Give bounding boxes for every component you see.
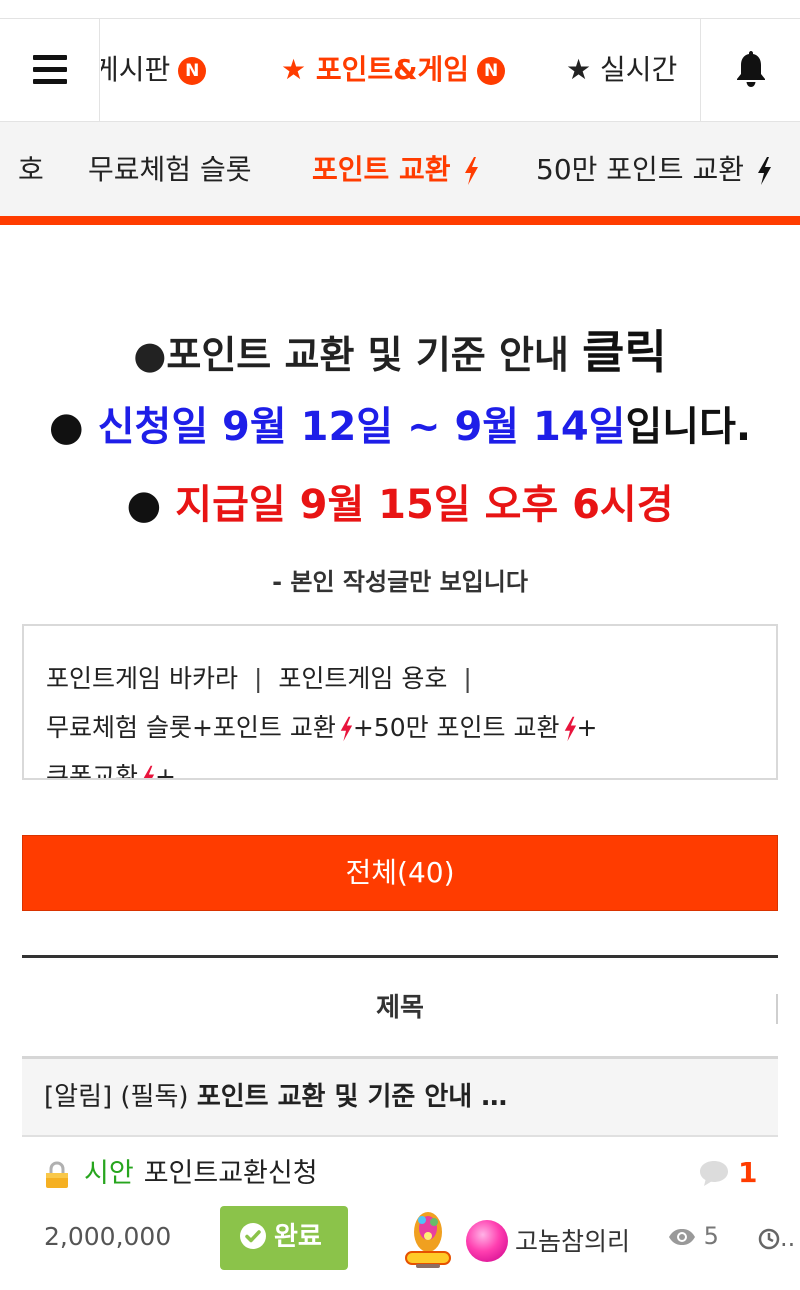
view-count: 5 bbox=[668, 1222, 719, 1250]
subnav-item-500k-exchange[interactable]: 50만 포인트 교환 bbox=[536, 152, 772, 188]
subnav-item-free-slot[interactable]: 무료체험 슬롯 bbox=[88, 152, 251, 188]
author-name[interactable]: 고놈참의리 bbox=[515, 1222, 630, 1258]
post-meta: 2,000,000 완료 고놈참의리 5 .. bbox=[0, 1204, 800, 1274]
bullet: ● bbox=[48, 404, 98, 450]
comment-count-value: 1 bbox=[738, 1156, 758, 1189]
subnav-label: 무료체험 슬롯 bbox=[88, 153, 252, 186]
notice-tag: [알림] bbox=[44, 1082, 113, 1112]
link-dragon-tiger[interactable]: 포인트게임 용호 bbox=[278, 664, 447, 693]
bell-icon bbox=[737, 51, 765, 87]
link-row-2: 무료체험 슬롯+포인트 교환 +50만 포인트 교환 + bbox=[46, 703, 754, 752]
tab-board-label: 게시판 bbox=[101, 53, 171, 86]
notice-guide-link[interactable]: ●포인트 교환 및 기준 안내 클릭 bbox=[0, 316, 800, 382]
tab-point-game-label: ★ 포인트&게임 bbox=[281, 53, 470, 86]
status-label: 완료 bbox=[274, 1222, 322, 1252]
clock-icon bbox=[758, 1228, 780, 1250]
post-title-link[interactable]: 시안 포인트교환신청 bbox=[44, 1156, 318, 1192]
lightning-icon bbox=[757, 157, 771, 185]
subnav-underline bbox=[0, 216, 800, 225]
status-badge: 완료 bbox=[220, 1206, 348, 1270]
eye-icon bbox=[669, 1229, 695, 1245]
post-points: 2,000,000 bbox=[44, 1222, 172, 1251]
table-header: 제목 bbox=[22, 955, 778, 1059]
view-count-value: 5 bbox=[703, 1222, 719, 1250]
notice-post-row[interactable]: [알림] (필독) 포인트 교환 및 기준 안내 … bbox=[22, 1059, 778, 1137]
category-link-box: 포인트게임 바카라 | 포인트게임 용호 | 무료체험 슬롯+포인트 교환 +50만 포… bbox=[22, 624, 778, 780]
lightning-icon bbox=[340, 716, 352, 742]
speech-bubble-icon bbox=[700, 1160, 728, 1186]
notice-click-label[interactable]: 클릭 bbox=[582, 325, 667, 379]
notice-own-posts: - 본인 작성글만 보입니다 bbox=[272, 568, 528, 596]
tab-board[interactable]: 게시판 N bbox=[101, 53, 207, 87]
all-posts-button[interactable]: 전체(40) bbox=[22, 835, 778, 911]
level-badge-icon bbox=[405, 1212, 451, 1268]
pay-date: 지급일 9월 15일 오후 6시경 bbox=[175, 482, 674, 528]
comment-count: 1 bbox=[698, 1156, 757, 1192]
check-circle-icon bbox=[240, 1222, 266, 1249]
lock-icon bbox=[46, 1160, 68, 1188]
notice-prefix: (필독) bbox=[112, 1082, 197, 1112]
lightning-icon bbox=[143, 765, 155, 778]
new-badge: N bbox=[178, 57, 207, 85]
link-coupon-exchange[interactable]: 쿠폰교환 bbox=[46, 762, 138, 778]
post-category: 시안 bbox=[84, 1158, 134, 1189]
apply-dates: 신청일 9월 12일 ~ 9월 14일 bbox=[97, 404, 626, 450]
separator: | bbox=[463, 664, 472, 693]
link-baccarat[interactable]: 포인트게임 바카라 bbox=[46, 664, 238, 693]
link-row-1: 포인트게임 바카라 | 포인트게임 용호 | bbox=[46, 654, 754, 703]
post-time: .. bbox=[758, 1224, 795, 1252]
notification-button[interactable] bbox=[700, 19, 800, 121]
column-divider bbox=[776, 994, 778, 1024]
menu-icon[interactable] bbox=[0, 19, 100, 121]
apply-dates-tail: 입니다. bbox=[625, 404, 752, 450]
subnav-label: 호 bbox=[18, 153, 44, 186]
new-badge: N bbox=[477, 57, 506, 85]
bullet: ● bbox=[126, 482, 176, 528]
subnav-item-partial[interactable]: 호 bbox=[18, 152, 44, 188]
notice-apply-dates: ● 신청일 9월 12일 ~ 9월 14일입니다. bbox=[0, 394, 800, 452]
subnav-label: 포인트 교환 bbox=[312, 153, 451, 186]
subnav-label: 50만 포인트 교환 bbox=[536, 153, 744, 186]
tab-live[interactable]: ★ 실시간 bbox=[566, 53, 677, 87]
notice-pay-date: ● 지급일 9월 15일 오후 6시경 bbox=[0, 472, 800, 530]
link-row-3: 쿠폰교환 + bbox=[46, 752, 754, 780]
lightning-icon bbox=[564, 716, 576, 742]
plus-sign: + bbox=[576, 713, 598, 742]
subnav-item-point-exchange[interactable]: 포인트 교환 bbox=[312, 152, 479, 188]
tab-point-game[interactable]: ★ 포인트&게임 N bbox=[281, 53, 506, 87]
sub-nav: 호 무료체험 슬롯 포인트 교환 50만 포인트 교환 bbox=[0, 122, 800, 218]
avatar[interactable] bbox=[466, 1220, 508, 1262]
separator: | bbox=[253, 664, 263, 693]
column-title: 제목 bbox=[376, 993, 424, 1023]
plus-sign: + bbox=[155, 762, 176, 780]
top-nav: 게시판 N ★ 포인트&게임 N ★ 실시간 bbox=[0, 18, 800, 122]
top-tabs: 게시판 N ★ 포인트&게임 N ★ 실시간 bbox=[101, 19, 699, 121]
notice-guide-text: ●포인트 교환 및 기준 안내 bbox=[133, 333, 583, 377]
lightning-icon bbox=[465, 157, 479, 185]
post-time-value: .. bbox=[780, 1224, 796, 1252]
tab-live-label: ★ 실시간 bbox=[566, 53, 678, 86]
link-free-slot-exchange[interactable]: 무료체험 슬롯+포인트 교환 bbox=[46, 713, 336, 742]
notice-title: 포인트 교환 및 기준 안내 … bbox=[196, 1082, 508, 1112]
post-title: 포인트교환신청 bbox=[143, 1158, 318, 1189]
link-500k-exchange[interactable]: +50만 포인트 교환 bbox=[353, 713, 560, 742]
